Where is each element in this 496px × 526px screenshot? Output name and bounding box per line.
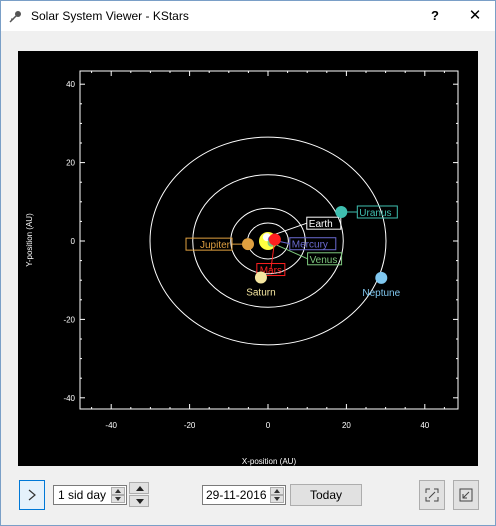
date-increase-button[interactable] — [270, 487, 284, 495]
x-tick-label: 0 — [266, 421, 271, 430]
solar-system-viewer-window: Solar System Viewer - KStars ? ✕ X-posit… — [0, 0, 496, 526]
zoom-out-icon — [459, 488, 473, 502]
time-step-value: 1 sid day — [58, 488, 107, 502]
today-button[interactable]: Today — [290, 484, 362, 506]
zoom-in-icon — [425, 488, 439, 502]
x-tick-label: -40 — [105, 421, 117, 430]
y-axis-title: Y-position (AU) — [25, 213, 34, 267]
zoom-out-button[interactable] — [453, 480, 479, 510]
solar-system-plot[interactable]: X-position (AU) Y-position (AU) -40 -20 0 20… — [18, 51, 478, 466]
up-arrow-icon — [115, 489, 121, 493]
x-tick-label: 20 — [342, 421, 351, 430]
time-step-spinbox[interactable]: 1 sid day — [53, 485, 127, 505]
y-tick-label: 20 — [66, 159, 75, 168]
y-tick-label: -20 — [63, 315, 75, 324]
down-arrow-icon — [115, 497, 121, 501]
x-axis-title: X-position (AU) — [242, 457, 297, 466]
venus-label: Venus — [310, 255, 338, 266]
y-tick-label: 0 — [71, 237, 76, 246]
x-tick-label: 40 — [420, 421, 429, 430]
close-button[interactable]: ✕ — [455, 1, 495, 31]
time-unit-down-button[interactable] — [129, 495, 149, 507]
window-title: Solar System Viewer - KStars — [31, 9, 189, 23]
kstars-icon — [9, 11, 21, 23]
jupiter-label: Jupiter — [200, 240, 231, 251]
zoom-in-button[interactable] — [419, 480, 445, 510]
down-arrow-icon — [274, 497, 280, 501]
down-arrow-icon — [136, 499, 144, 504]
plot-canvas: X-position (AU) Y-position (AU) -40 -20 0 20… — [25, 70, 459, 466]
x-tick-label: -20 — [184, 421, 196, 430]
date-value: 29-11-2016 — [206, 488, 267, 502]
time-unit-up-button[interactable] — [129, 482, 149, 494]
up-arrow-icon — [274, 489, 280, 493]
help-button[interactable]: ? — [415, 1, 455, 31]
neptune-label: Neptune — [362, 288, 400, 299]
mercury-label: Mercury — [292, 240, 328, 251]
y-tick-label: -40 — [63, 394, 75, 403]
earth-label: Earth — [309, 219, 333, 230]
date-edit[interactable]: 29-11-2016 — [202, 485, 286, 505]
uranus-label: Uranus — [359, 208, 391, 219]
saturn-label: Saturn — [246, 287, 275, 298]
play-icon — [28, 489, 36, 501]
saturn-marker — [254, 271, 267, 284]
neptune-marker — [375, 271, 388, 284]
up-arrow-icon — [136, 486, 144, 491]
date-decrease-button[interactable] — [270, 495, 284, 503]
title-bar: Solar System Viewer - KStars ? ✕ — [1, 1, 495, 31]
play-button[interactable] — [19, 480, 45, 510]
y-tick-label: 40 — [66, 80, 75, 89]
time-step-decrease-button[interactable] — [111, 495, 125, 503]
time-step-increase-button[interactable] — [111, 487, 125, 495]
